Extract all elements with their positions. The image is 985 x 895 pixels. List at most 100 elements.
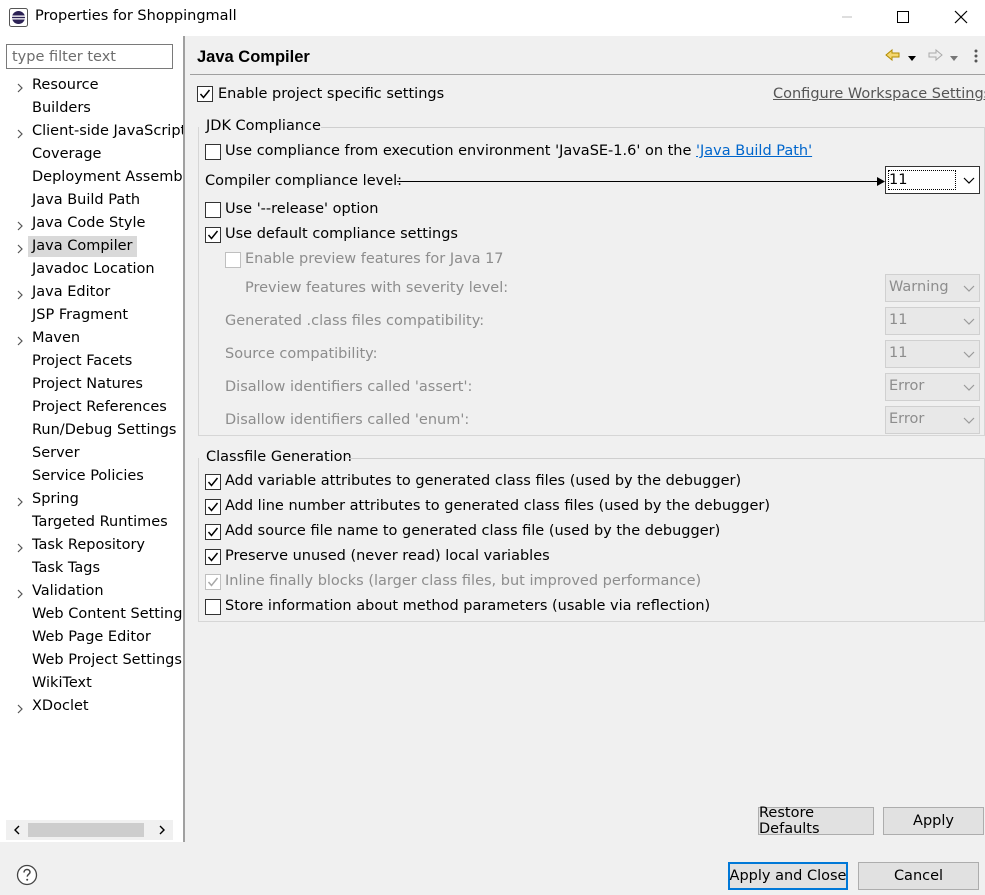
tree-item[interactable]: Maven bbox=[0, 327, 183, 350]
generated-class-compat-select[interactable]: 11 bbox=[885, 307, 980, 335]
tree-item[interactable]: WikiText bbox=[0, 672, 183, 695]
tree-item-label: Client-side JavaScript bbox=[32, 123, 183, 139]
use-compliance-env-text: Use compliance from execution environmen… bbox=[225, 143, 697, 159]
tree-item[interactable]: Builders bbox=[0, 97, 183, 120]
tree-item[interactable]: Service Policies bbox=[0, 465, 183, 488]
tree-item-label: Java Code Style bbox=[32, 215, 146, 231]
tree-item[interactable]: Web Project Settings bbox=[0, 649, 183, 672]
tree-item[interactable]: Web Content Settings bbox=[0, 603, 183, 626]
dialog-button-bar: Apply and Close Cancel bbox=[0, 842, 985, 895]
compliance-pointer-line bbox=[397, 181, 883, 182]
cancel-button[interactable]: Cancel bbox=[858, 862, 979, 890]
disallow-assert-value: Error bbox=[889, 378, 925, 394]
tree-item[interactable]: Java Code Style bbox=[0, 212, 183, 235]
tree-item[interactable]: Project References bbox=[0, 396, 183, 419]
maximize-button[interactable] bbox=[877, 0, 929, 34]
use-default-compliance-label: Use default compliance settings bbox=[225, 226, 458, 242]
release-option-checkbox[interactable] bbox=[205, 202, 221, 218]
disallow-assert-select[interactable]: Error bbox=[885, 373, 980, 401]
tree-item[interactable]: Project Natures bbox=[0, 373, 183, 396]
compliance-level-value: 11 bbox=[888, 170, 956, 190]
restore-defaults-button[interactable]: Restore Defaults bbox=[758, 805, 874, 837]
chevron-right-icon[interactable] bbox=[15, 334, 25, 346]
chevron-right-icon[interactable] bbox=[15, 541, 25, 553]
tree-item-label: Project Natures bbox=[32, 376, 143, 392]
property-tree-panel: Resource Builders Client-side JavaScript Co… bbox=[0, 36, 183, 842]
tree-item-label: Deployment Assembly bbox=[32, 169, 183, 185]
tree-item[interactable]: Validation bbox=[0, 580, 183, 603]
tree-item[interactable]: Client-side JavaScript bbox=[0, 120, 183, 143]
scrollbar-thumb[interactable] bbox=[28, 823, 144, 837]
tree-item[interactable]: Task Repository bbox=[0, 534, 183, 557]
enable-preview-checkbox[interactable] bbox=[225, 252, 241, 268]
help-icon[interactable] bbox=[16, 864, 38, 886]
chevron-right-icon[interactable] bbox=[15, 495, 25, 507]
classfile-option-checkbox[interactable] bbox=[205, 474, 221, 490]
java-build-path-link[interactable]: 'Java Build Path' bbox=[696, 143, 812, 159]
tree-item[interactable]: Java Build Path bbox=[0, 189, 183, 212]
tree-item[interactable]: XDoclet bbox=[0, 695, 183, 718]
back-arrow-icon[interactable] bbox=[885, 47, 901, 67]
classfile-option-checkbox[interactable] bbox=[205, 574, 221, 590]
apply-button[interactable]: Apply bbox=[883, 807, 984, 835]
tree-item-label: Web Page Editor bbox=[32, 629, 151, 645]
chevron-right-icon[interactable] bbox=[15, 242, 25, 254]
chevron-down-icon bbox=[963, 417, 975, 424]
tree-item[interactable]: Project Facets bbox=[0, 350, 183, 373]
tree-item[interactable]: Server bbox=[0, 442, 183, 465]
chevron-right-icon[interactable] bbox=[15, 81, 25, 93]
tree-item[interactable]: Java Editor bbox=[0, 281, 183, 304]
page-navigation bbox=[885, 47, 985, 65]
chevron-right-icon[interactable] bbox=[15, 587, 25, 599]
classfile-option-checkbox[interactable] bbox=[205, 599, 221, 615]
tree-item[interactable]: Coverage bbox=[0, 143, 183, 166]
chevron-right-icon[interactable] bbox=[15, 219, 25, 231]
tree-item[interactable]: Run/Debug Settings bbox=[0, 419, 183, 442]
tree-item-label: Java Compiler bbox=[28, 236, 137, 257]
tree-item[interactable]: Spring bbox=[0, 488, 183, 511]
filter-input[interactable] bbox=[6, 44, 173, 69]
tree-item-label: Java Editor bbox=[32, 284, 111, 300]
disallow-enum-label: Disallow identifiers called 'enum': bbox=[225, 412, 470, 428]
disallow-enum-select[interactable]: Error bbox=[885, 406, 980, 434]
tree-item[interactable]: Java Compiler bbox=[0, 235, 183, 258]
configure-workspace-link[interactable]: Configure Workspace Settings... bbox=[773, 86, 985, 102]
tree-item-label: Java Build Path bbox=[32, 192, 141, 208]
view-menu-icon[interactable] bbox=[973, 48, 979, 68]
tree-item[interactable]: Resource bbox=[0, 74, 183, 97]
scroll-left-button[interactable] bbox=[6, 820, 28, 840]
chevron-right-icon[interactable] bbox=[15, 702, 25, 714]
tree-item-label: Task Tags bbox=[32, 560, 101, 576]
tree-item[interactable]: Javadoc Location bbox=[0, 258, 183, 281]
tree-item[interactable]: Deployment Assembly bbox=[0, 166, 183, 189]
minimize-button[interactable] bbox=[821, 0, 873, 34]
close-button[interactable] bbox=[935, 0, 985, 34]
compliance-level-select[interactable]: 11 bbox=[885, 166, 980, 194]
tree-item-label: Coverage bbox=[32, 146, 102, 162]
tree-item[interactable]: Targeted Runtimes bbox=[0, 511, 183, 534]
tree-item[interactable]: Web Page Editor bbox=[0, 626, 183, 649]
classfile-option-checkbox[interactable] bbox=[205, 499, 221, 515]
classfile-option-checkbox[interactable] bbox=[205, 524, 221, 540]
chevron-right-icon[interactable] bbox=[15, 288, 25, 300]
tree-item[interactable]: Task Tags bbox=[0, 557, 183, 580]
preview-severity-label: Preview features with severity level: bbox=[245, 280, 509, 296]
classfile-option-label: Add source file name to generated class … bbox=[225, 523, 721, 539]
back-menu-chevron-icon[interactable] bbox=[907, 51, 917, 67]
scroll-right-button[interactable] bbox=[151, 820, 173, 840]
enable-project-specific-checkbox[interactable] bbox=[197, 86, 213, 102]
horizontal-scrollbar[interactable] bbox=[6, 820, 173, 840]
use-default-compliance-checkbox[interactable] bbox=[205, 227, 221, 243]
preview-severity-select[interactable]: Warning bbox=[885, 274, 980, 302]
classfile-option-label: Preserve unused (never read) local varia… bbox=[225, 548, 550, 564]
chevron-right-icon[interactable] bbox=[15, 127, 25, 139]
apply-and-close-button[interactable]: Apply and Close bbox=[728, 862, 848, 890]
classfile-option-checkbox[interactable] bbox=[205, 549, 221, 565]
forward-menu-chevron-icon[interactable] bbox=[949, 51, 959, 67]
forward-arrow-icon[interactable] bbox=[927, 47, 943, 67]
tree-item[interactable]: JSP Fragment bbox=[0, 304, 183, 327]
window-title: Properties for Shoppingmall bbox=[35, 8, 237, 24]
source-compat-select[interactable]: 11 bbox=[885, 340, 980, 368]
use-compliance-env-checkbox[interactable] bbox=[205, 144, 221, 160]
property-tree: Resource Builders Client-side JavaScript Co… bbox=[0, 74, 183, 819]
